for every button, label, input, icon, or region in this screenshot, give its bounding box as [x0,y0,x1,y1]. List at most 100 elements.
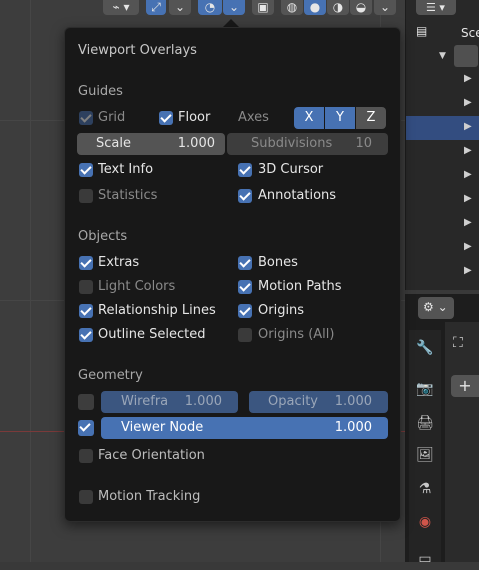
scale-field[interactable]: Scale 1.000 [77,133,225,155]
wireframe-field[interactable]: Wirefra 1.000 [101,391,238,413]
shading-wireframe-button[interactable]: ◍ [281,0,303,15]
expand-arrow-icon[interactable]: ▶ [464,193,472,204]
expand-arrow-icon[interactable]: ▶ [464,265,472,276]
objects-heading: Objects [78,229,128,244]
expand-arrow-icon[interactable]: ▶ [464,241,472,252]
outliner-row-selected[interactable]: ▶ [406,116,479,140]
grid-checkbox[interactable] [79,111,93,125]
axis-z-toggle[interactable]: Z [356,107,386,129]
scene-collection-icon: ▤ [416,24,428,38]
rendered-sphere-icon: ◒ [355,0,367,14]
fullscreen-icon[interactable]: ⛶ [453,335,463,351]
grid-label: Grid [98,110,126,125]
expand-arrow-icon[interactable]: ▶ [464,217,472,228]
snap-icon: ⌁ ▾ [112,0,130,14]
overlays-icon: ◔ [204,0,216,14]
expand-arrow-icon[interactable]: ▼ [439,51,446,61]
outliner-row[interactable]: ▶ [406,260,479,284]
snap-button[interactable]: ⌁ ▾ [103,0,139,15]
tool-icon[interactable]: 🔧 [414,337,436,359]
annotations-checkbox[interactable] [238,189,252,203]
motion-tracking-checkbox[interactable] [79,490,93,504]
statistics-label: Statistics [98,188,158,203]
wireframe-value: 1.000 [184,394,222,409]
xray-icon: ▣ [257,0,269,14]
wireframe-label: Wirefra [121,394,169,409]
opacity-label: Opacity [268,394,319,409]
shading-solid-button[interactable]: ● [304,0,326,15]
expand-arrow-icon[interactable]: ▶ [464,169,472,180]
wireframe-checkbox[interactable] [78,394,94,410]
scale-value: 1.000 [177,136,215,151]
editor-type-button[interactable]: ⚙ ⌄ [418,297,454,319]
origins-checkbox[interactable] [238,304,252,318]
outliner-row[interactable]: ▶ [406,164,479,188]
outliner-row[interactable]: ▶ [406,236,479,260]
shading-dropdown[interactable]: ⌄ [374,0,396,15]
xray-button[interactable]: ▣ [252,0,274,15]
subdivisions-label: Subdivisions [251,136,333,151]
viewer-node-checkbox[interactable] [78,420,94,436]
viewer-node-field[interactable]: Viewer Node 1.000 [101,417,388,439]
motion-paths-checkbox[interactable] [238,280,252,294]
outliner-row[interactable]: ▶ [406,68,479,92]
expand-arrow-icon[interactable]: ▶ [464,73,472,84]
outliner-row[interactable]: ▶ [406,140,479,164]
material-sphere-icon: ◑ [332,0,344,14]
bones-checkbox[interactable] [238,256,252,270]
outliner-row[interactable]: ▶ [406,188,479,212]
extras-checkbox[interactable] [79,256,93,270]
text-info-checkbox[interactable] [79,163,93,177]
axis-x-toggle[interactable]: X [294,107,324,129]
expand-arrow-icon[interactable]: ▶ [464,145,472,156]
outliner-panel[interactable]: ☰ ▾ ▤ Sce ▼ ▶ ▶ ▶ ▶ ▶ ▶ ▶ ▶ ▶ [405,0,479,290]
origins-all-label: Origins (All) [258,327,335,342]
origins-label: Origins [258,303,305,318]
gizmo-dropdown[interactable]: ⌄ [169,0,191,15]
world-icon[interactable]: ◉ [414,511,436,533]
collection-tab-icon[interactable]: ▭ [414,548,436,570]
show-gizmo-button[interactable]: ⤢ [146,0,166,15]
3d-cursor-checkbox[interactable] [238,163,252,177]
relationship-lines-label: Relationship Lines [98,303,216,318]
outline-selected-checkbox[interactable] [79,328,93,342]
expand-arrow-icon[interactable]: ▶ [464,97,472,108]
show-overlays-button[interactable]: ◔ [198,0,222,15]
view-layer-icon[interactable]: 🖼 [414,444,436,466]
shading-material-button[interactable]: ◑ [327,0,349,15]
opacity-field[interactable]: Opacity 1.000 [249,391,388,413]
add-button[interactable]: + [451,375,479,397]
face-orientation-label: Face Orientation [98,448,205,463]
axis-y-toggle[interactable]: Y [325,107,355,129]
overlays-dropdown[interactable]: ⌄ [223,0,245,15]
filter-button[interactable]: ☰ ▾ [416,0,456,15]
outliner-row[interactable]: ▶ [406,92,479,116]
collection-icon [454,45,478,67]
statistics-checkbox[interactable] [79,189,93,203]
render-icon[interactable]: 📷 [414,378,436,400]
properties-content [445,322,479,562]
solid-sphere-icon: ● [309,0,321,14]
outliner-row[interactable]: ▶ [406,212,479,236]
subdivisions-field[interactable]: Subdivisions 10 [227,133,388,155]
floor-label: Floor [178,110,211,125]
motion-tracking-label: Motion Tracking [98,489,201,504]
output-icon[interactable]: 🖨 [414,412,436,434]
chevron-down-icon: ⌄ [228,0,240,14]
shading-rendered-button[interactable]: ◒ [350,0,372,15]
subdivisions-value: 10 [355,136,372,151]
origins-all-checkbox[interactable] [238,328,252,342]
plus-icon: + [458,376,472,395]
floor-checkbox[interactable] [159,111,173,125]
grid-line [30,0,31,562]
text-info-label: Text Info [98,162,154,177]
light-colors-checkbox[interactable] [79,280,93,294]
scene-icon[interactable]: ⚗ [414,478,436,500]
expand-arrow-icon[interactable]: ▶ [464,121,472,132]
relationship-lines-checkbox[interactable] [79,304,93,318]
motion-paths-label: Motion Paths [258,279,342,294]
face-orientation-checkbox[interactable] [79,449,93,463]
scene-collection-label: Sce [461,26,479,40]
viewport-overlays-popover: Viewport Overlays Guides Grid Floor Axes… [64,27,401,522]
scale-label: Scale [96,136,131,151]
